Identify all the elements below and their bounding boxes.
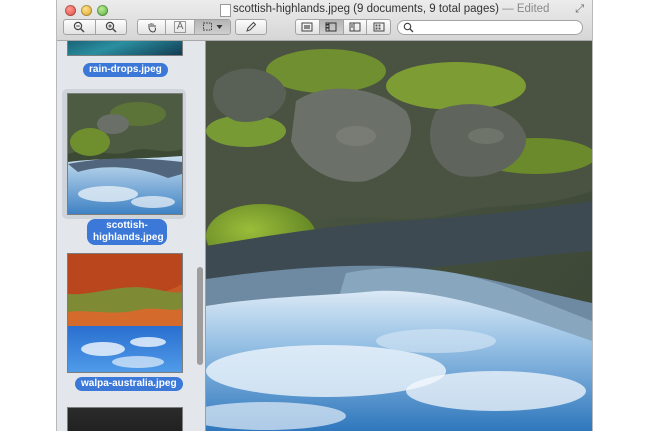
sidebar-scrollbar[interactable] — [197, 267, 203, 365]
move-tool-button[interactable] — [138, 20, 167, 34]
view-content-only-button[interactable] — [296, 20, 320, 34]
table-of-contents-icon — [349, 22, 361, 32]
search-icon — [403, 22, 414, 33]
zoom-window-button[interactable] — [97, 5, 108, 16]
text-tool-button[interactable]: A — [166, 20, 195, 34]
show-markup-toolbar-button[interactable] — [235, 19, 267, 35]
thumbnail-item-scottish-highlands[interactable] — [62, 89, 186, 219]
thumbnail-image — [67, 41, 183, 56]
thumbnail-item-walpa-australia[interactable] — [62, 249, 186, 379]
thumbnail-caption[interactable]: walpa-australia.jpeg — [75, 377, 183, 391]
window-title: scottish-highlands.jpeg (9 documents, 9 … — [233, 3, 549, 15]
edited-indicator[interactable]: — Edited — [502, 3, 549, 15]
rect-selection-icon — [202, 22, 212, 31]
contact-sheet-icon — [373, 22, 385, 32]
window-title-text: scottish-highlands.jpeg (9 documents, 9 … — [233, 3, 499, 15]
document-proxy-icon[interactable] — [220, 4, 231, 17]
walpa-australia-thumbnail — [68, 254, 182, 372]
view-thumbnails-button[interactable] — [319, 20, 344, 34]
thumbnail-sidebar[interactable]: rain-drops.jpeg scottish-highlands.jpeg … — [57, 41, 206, 431]
chevron-down-icon — [216, 25, 223, 29]
thumbnails-icon — [325, 22, 337, 32]
selection-tool-button[interactable] — [194, 20, 230, 34]
zoom-control — [63, 19, 127, 35]
view-table-of-contents-button[interactable] — [344, 20, 368, 34]
view-contact-sheet-button[interactable] — [367, 20, 390, 34]
view-mode-control — [295, 19, 391, 35]
content-only-icon — [301, 22, 313, 32]
search-input[interactable] — [416, 21, 576, 34]
zoom-out-icon — [74, 21, 85, 33]
scottish-highlands-image — [206, 41, 592, 431]
zoom-in-icon — [105, 21, 117, 33]
pencil-icon — [246, 21, 257, 32]
close-window-button[interactable] — [65, 5, 76, 16]
image-canvas[interactable] — [206, 41, 592, 431]
thumbnail-caption-selected[interactable]: scottish-highlands.jpeg — [87, 219, 167, 245]
preview-window: scottish-highlands.jpeg (9 documents, 9 … — [56, 0, 593, 431]
fullscreen-icon[interactable]: ⤢ — [575, 3, 584, 16]
zoom-out-button[interactable] — [64, 20, 96, 34]
scottish-highlands-thumbnail — [68, 94, 182, 214]
text-tool-label: A — [173, 21, 187, 33]
zoom-in-button[interactable] — [96, 20, 127, 34]
hand-icon — [148, 23, 156, 33]
title-bar: scottish-highlands.jpeg (9 documents, 9 … — [57, 0, 592, 41]
thumbnail-caption[interactable]: rain-drops.jpeg — [83, 63, 168, 77]
thumbnail-image — [67, 407, 183, 431]
thumbnail-image — [67, 93, 183, 215]
thumbnail-image — [67, 253, 183, 373]
thumbnail-item-next[interactable] — [62, 403, 186, 431]
search-field[interactable] — [397, 20, 583, 35]
minimize-window-button[interactable] — [81, 5, 92, 16]
tool-selector: A — [137, 19, 231, 35]
